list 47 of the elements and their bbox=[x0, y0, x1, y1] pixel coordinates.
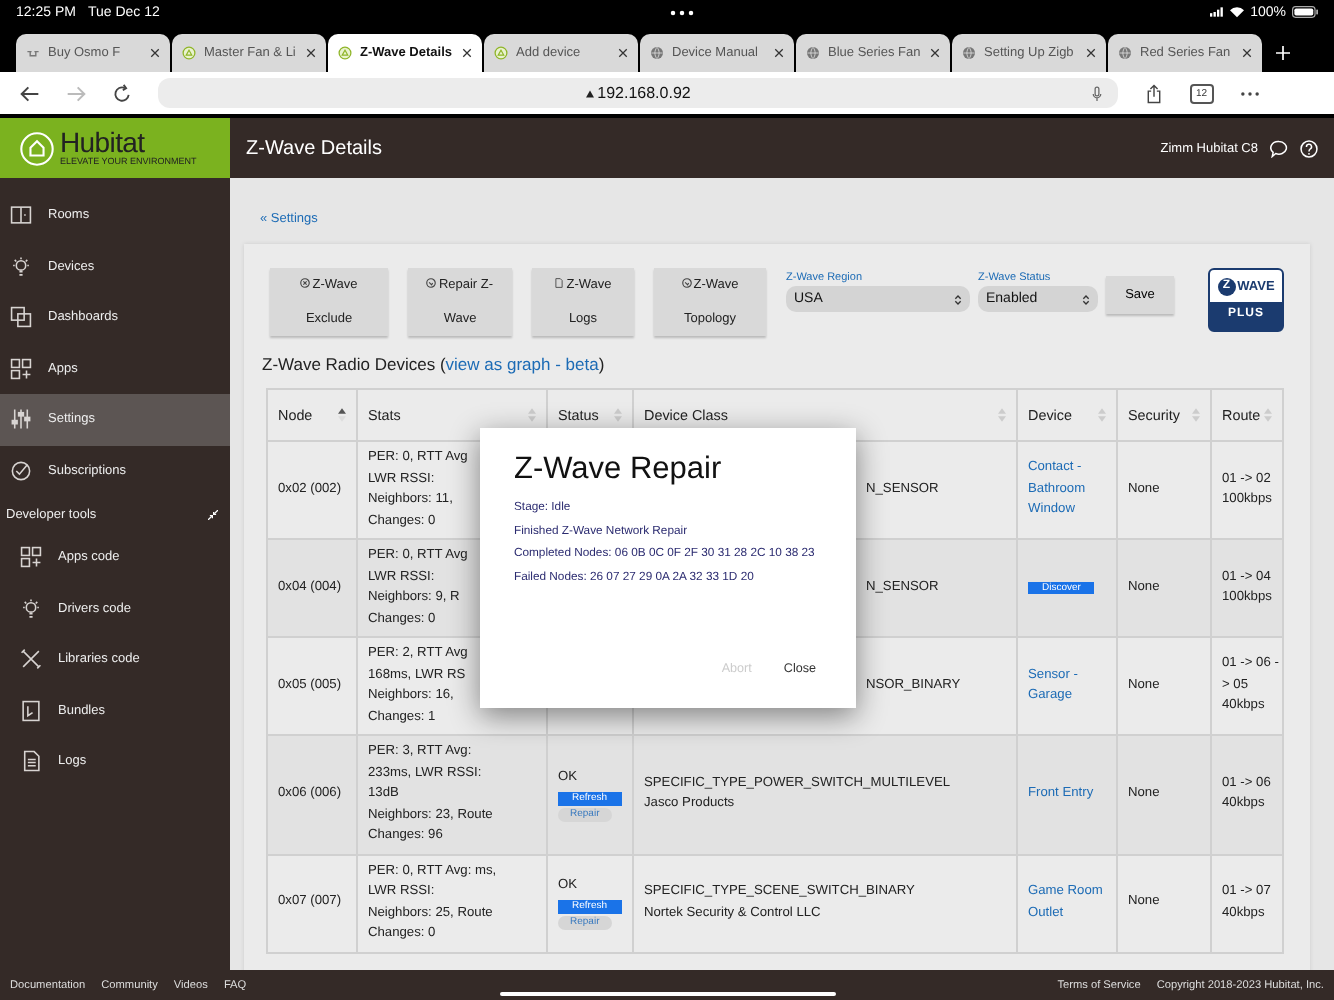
microphone-icon[interactable] bbox=[1092, 85, 1102, 101]
squares-icon bbox=[10, 306, 32, 329]
cancel-icon bbox=[300, 278, 311, 288]
globe-icon bbox=[1118, 46, 1132, 60]
wifi-icon bbox=[1230, 6, 1245, 18]
bulb-icon bbox=[20, 597, 42, 620]
apps-icon bbox=[20, 546, 42, 569]
globe-icon bbox=[962, 46, 976, 60]
graph-link[interactable]: view as graph - beta bbox=[445, 354, 599, 374]
bulb-icon bbox=[10, 255, 32, 278]
warning-icon bbox=[585, 89, 594, 97]
address-field[interactable]: 192.168.0.92 bbox=[158, 78, 1118, 108]
reload-icon[interactable] bbox=[112, 83, 132, 103]
close-icon[interactable] bbox=[150, 48, 160, 58]
brand-name: Hubitat bbox=[60, 130, 145, 156]
sort-icon[interactable] bbox=[338, 408, 346, 422]
globe-icon bbox=[650, 46, 664, 60]
signal-icon bbox=[1210, 6, 1225, 18]
house-icon bbox=[20, 131, 54, 165]
sliders-icon bbox=[10, 408, 32, 431]
collapse-icon[interactable] bbox=[208, 509, 218, 519]
check-circle-icon bbox=[10, 459, 32, 482]
back-icon[interactable] bbox=[20, 83, 40, 103]
close-icon[interactable] bbox=[306, 48, 316, 58]
chevron-icon bbox=[954, 293, 962, 305]
section-title: Z-Wave Radio Devices ( bbox=[262, 354, 446, 374]
close-icon[interactable] bbox=[462, 48, 472, 58]
document-icon bbox=[554, 278, 565, 288]
share-icon[interactable] bbox=[1144, 83, 1164, 103]
section-title-end: ) bbox=[598, 354, 605, 374]
help-icon[interactable] bbox=[1300, 139, 1318, 157]
chat-icon[interactable] bbox=[1270, 139, 1288, 157]
globe-icon bbox=[806, 46, 820, 60]
more-icon[interactable] bbox=[669, 9, 694, 15]
page-title: Z-Wave Details bbox=[246, 137, 382, 159]
close-icon[interactable] bbox=[774, 48, 784, 58]
chevron-icon bbox=[1082, 293, 1090, 305]
new-tab-icon[interactable] bbox=[1276, 46, 1290, 60]
document-icon bbox=[20, 750, 42, 773]
apps-icon bbox=[10, 357, 32, 380]
close-icon[interactable] bbox=[1086, 48, 1096, 58]
door-icon bbox=[10, 204, 32, 227]
bundle-icon bbox=[20, 699, 42, 722]
close-icon[interactable] bbox=[1242, 48, 1252, 58]
close-icon[interactable] bbox=[930, 48, 940, 58]
close-icon[interactable] bbox=[618, 48, 628, 58]
battery-icon bbox=[1292, 6, 1318, 18]
